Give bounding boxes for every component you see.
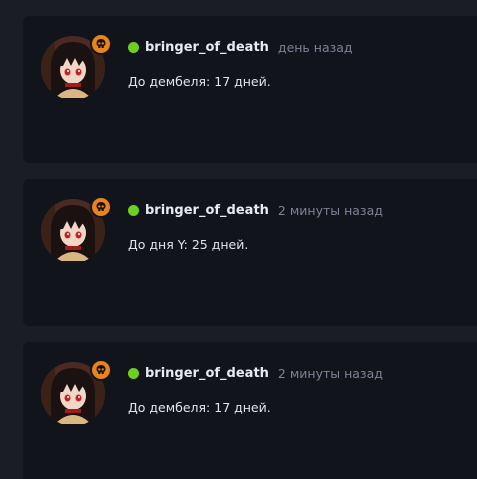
- online-status-dot: [128, 41, 139, 53]
- post-header: bringer_of_death 2 минуты назад: [128, 201, 383, 219]
- skull-badge: [90, 196, 112, 218]
- post-card: bringer_of_death 2 минуты назад До дня Y…: [23, 179, 477, 326]
- skull-badge: [90, 359, 112, 381]
- post-card: bringer_of_death 2 минуты назад До дембе…: [23, 342, 477, 479]
- timestamp[interactable]: 2 минуты назад: [278, 203, 383, 218]
- username[interactable]: bringer_of_death: [145, 203, 269, 218]
- username[interactable]: bringer_of_death: [145, 366, 269, 381]
- timestamp[interactable]: 2 минуты назад: [278, 366, 383, 381]
- online-status-dot: [128, 367, 139, 379]
- timestamp[interactable]: день назад: [278, 40, 353, 55]
- skull-icon: [96, 39, 106, 48]
- post-header: bringer_of_death день назад: [128, 38, 353, 56]
- message-text: До дня Y: 25 дней.: [128, 237, 249, 252]
- online-status-dot: [128, 204, 139, 216]
- skull-icon: [96, 202, 106, 211]
- post-header: bringer_of_death 2 минуты назад: [128, 364, 383, 382]
- message-text: До дембеля: 17 дней.: [128, 400, 271, 415]
- post-feed: bringer_of_death день назад До дембеля: …: [0, 0, 477, 479]
- username[interactable]: bringer_of_death: [145, 40, 269, 55]
- message-text: До дембеля: 17 дней.: [128, 74, 271, 89]
- skull-icon: [96, 365, 106, 374]
- skull-badge: [90, 33, 112, 55]
- post-card: bringer_of_death день назад До дембеля: …: [23, 16, 477, 163]
